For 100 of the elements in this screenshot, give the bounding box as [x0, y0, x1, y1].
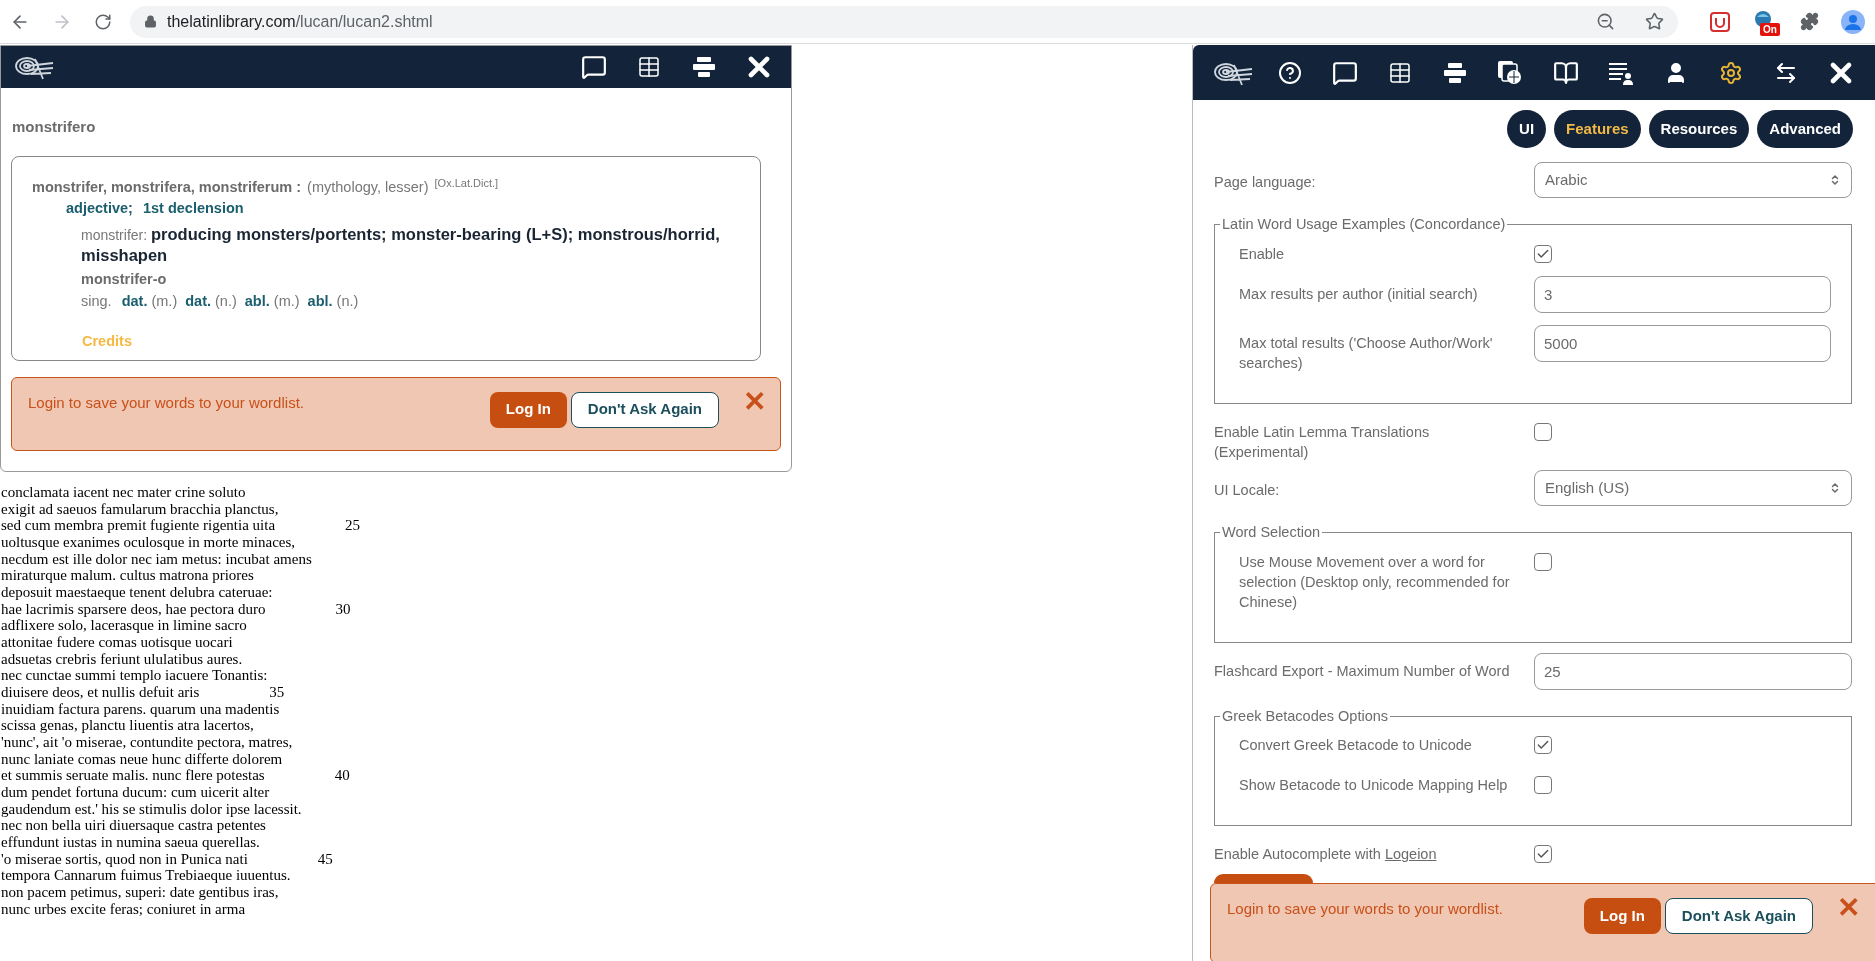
- group-legend: Greek Betacodes Options: [1220, 705, 1391, 728]
- poem-line: necdum est ille dolor nec iam metus: incubat amens: [1, 550, 312, 568]
- line-number: 30: [335, 600, 351, 618]
- setting-label: Enable: [1239, 244, 1286, 264]
- url-text: thelatinlibrary.com/lucan/lucan2.shtml: [167, 11, 434, 32]
- help-icon: [1277, 60, 1302, 85]
- inflection-form: monstrifer-o: [81, 270, 168, 289]
- checkbox[interactable]: [1534, 422, 1552, 441]
- settings-icon: [1719, 60, 1744, 85]
- dont-ask-again-button[interactable]: Don't Ask Again: [570, 391, 719, 428]
- poem-line: adsuetas crebris feriunt ululatibus aures.: [1, 650, 243, 668]
- headword: monstrifer, monstrifera, monstriferum :: [32, 177, 302, 197]
- poem-line: 'nunc', ait 'o miserae, contundite pectora, matres,: [1, 734, 293, 751]
- poem-line: nunc laniate comas neue hunc differte dolorem: [1, 750, 283, 768]
- stacked-pages-icon: [1497, 59, 1524, 86]
- up-down-caret-icon: [1829, 481, 1841, 494]
- poem-line: hae lacrimis sparsere deos, hae pectora duro: [1, 600, 266, 618]
- table-icon: [1388, 60, 1412, 85]
- stacked-bars-icon: [692, 56, 716, 78]
- banner-message: Login to save your words to your wordlist.: [1227, 899, 1504, 920]
- login-button[interactable]: Log In: [1583, 898, 1661, 935]
- setting-label: UI Locale:: [1214, 480, 1281, 500]
- speech-bubble-icon: [1331, 59, 1358, 86]
- settings-tab[interactable]: Resources: [1648, 110, 1750, 148]
- inflection: abl. (n.): [307, 291, 359, 311]
- line-number: 35: [269, 684, 285, 701]
- partial-button[interactable]: [1214, 874, 1313, 884]
- poem-line: dum pendet fortuna ducum: cum uicerit alter: [1, 784, 270, 801]
- close-banner-button[interactable]: ✕: [743, 387, 766, 416]
- checkbox[interactable]: [1534, 776, 1552, 795]
- grammar-label: 1st declension: [142, 199, 244, 219]
- checkbox[interactable]: [1534, 736, 1552, 755]
- number-field[interactable]: 5000: [1534, 324, 1831, 362]
- setting-label: Convert Greek Betacode to Unicode: [1239, 736, 1473, 756]
- setting-label: Page language:: [1214, 173, 1317, 192]
- logeion-link[interactable]: Logeion: [1384, 846, 1437, 863]
- poem-line: uoltusque exanimes oculosque in morte minaces,: [1, 534, 296, 551]
- list-person-icon: [1607, 60, 1634, 85]
- poem-line: et summis seruate malis. nunc flere potestas: [1, 767, 265, 785]
- zoom-out-icon[interactable]: [1596, 12, 1615, 31]
- poem-line: inuidiam factura parens. quarum una madentis: [1, 700, 280, 718]
- login-button[interactable]: Log In: [489, 391, 567, 428]
- up-down-caret-icon: [1829, 174, 1841, 186]
- poem-line: diuisere deos, et nullis defuit aris: [1, 684, 200, 701]
- book-icon: [1552, 59, 1579, 86]
- profile-avatar[interactable]: [1841, 9, 1865, 34]
- setting-label: Use Mouse Movement over a word for selection (Desktop only, recommended for Chinese): [1239, 552, 1511, 612]
- inflection: abl. (m.): [244, 291, 300, 311]
- extensions-icon[interactable]: [1800, 12, 1819, 31]
- checkbox[interactable]: [1534, 552, 1552, 571]
- poem-line: conclamata iacent nec mater crine soluto: [1, 484, 246, 501]
- select-value: Arabic: [1545, 169, 1589, 190]
- poem-line: non pacem petimus, superi: date gentibus iras,: [1, 884, 279, 901]
- number-field[interactable]: 3: [1534, 275, 1831, 313]
- select-value: English (US): [1545, 477, 1631, 498]
- inflection: dat. (m.): [121, 291, 178, 311]
- setting-label: Flashcard Export - Maximum Number of Word: [1214, 661, 1511, 681]
- grammar-label: adjective;: [66, 199, 133, 219]
- settings-tab[interactable]: Advanced: [1757, 110, 1853, 148]
- settings-tab[interactable]: Features: [1554, 110, 1641, 148]
- reload-icon[interactable]: [94, 12, 112, 31]
- stacked-bars-icon: [1443, 61, 1468, 84]
- table-icon: [637, 55, 661, 79]
- poem-line: exigit ad saeuos famularum bracchia planctus,: [1, 500, 279, 518]
- number-label: sing.: [81, 291, 112, 311]
- bookmark-star-icon[interactable]: [1645, 12, 1664, 31]
- poem-line: attonitae fudere comas uotisque uocari: [1, 634, 233, 651]
- settings-tab[interactable]: UI: [1507, 110, 1547, 148]
- setting-label: Enable Latin Lemma Translations (Experimental): [1214, 422, 1431, 462]
- line-number: 45: [317, 850, 333, 868]
- banner-message: Login to save your words to your wordlist.: [28, 392, 305, 413]
- definition: monstrifer: producing monsters/portents; monster-bearing (L+S); monstrous/horrid, misshapen: [81, 224, 721, 265]
- lookup-word: monstrifero: [11, 117, 97, 137]
- poem-line: miraturque malum. cultus matrona priores: [1, 567, 254, 585]
- checkbox[interactable]: [1534, 244, 1552, 263]
- checkbox[interactable]: [1534, 845, 1552, 864]
- extension-icon[interactable]: [1710, 11, 1730, 32]
- dropdown-select[interactable]: English (US): [1534, 469, 1852, 506]
- address-bar[interactable]: thelatinlibrary.com/lucan/lucan2.shtml: [130, 5, 1678, 38]
- poem-line: gaudendum est.' his se stimulis dolor ipse lacessit.: [1, 800, 302, 818]
- poem-line: nec cunctae summi templo iacuere Tonantis:: [1, 667, 268, 685]
- poem-line: effundunt iustas in numina saeua querellas.: [1, 834, 260, 851]
- group-legend: Word Selection: [1220, 521, 1323, 544]
- inflection: dat. (n.): [185, 291, 237, 311]
- poem-line: nunc urbes excite feras; coniuret in arma: [1, 900, 246, 918]
- close-banner-button[interactable]: ✕: [1837, 894, 1860, 923]
- number-field[interactable]: 25: [1534, 652, 1852, 690]
- setting-label: Enable Autocomplete with Logeion: [1214, 845, 1438, 865]
- poem-line: sed cum membra premit fugiente rigentia uita: [1, 517, 276, 534]
- poem-line: deposuit maestaeque tenent delubra cateruae:: [1, 584, 273, 601]
- group-legend: Latin Word Usage Examples (Concordance): [1220, 214, 1508, 236]
- extension-badge: On: [1760, 22, 1780, 36]
- line-number: 40: [334, 767, 350, 785]
- poem-line: adflixere solo, lacerasque in limine sacro: [1, 617, 247, 635]
- dictionary-source: [Ox.Lat.Dict.]: [434, 175, 499, 191]
- poem-line: scissa genas, planctu liuentis atra lacertos,: [1, 717, 254, 735]
- setting-label: Max results per author (initial search): [1239, 284, 1479, 304]
- dont-ask-again-button[interactable]: Don't Ask Again: [1664, 898, 1813, 935]
- speech-bubble-icon: [581, 54, 607, 80]
- dropdown-select[interactable]: Arabic: [1534, 162, 1852, 198]
